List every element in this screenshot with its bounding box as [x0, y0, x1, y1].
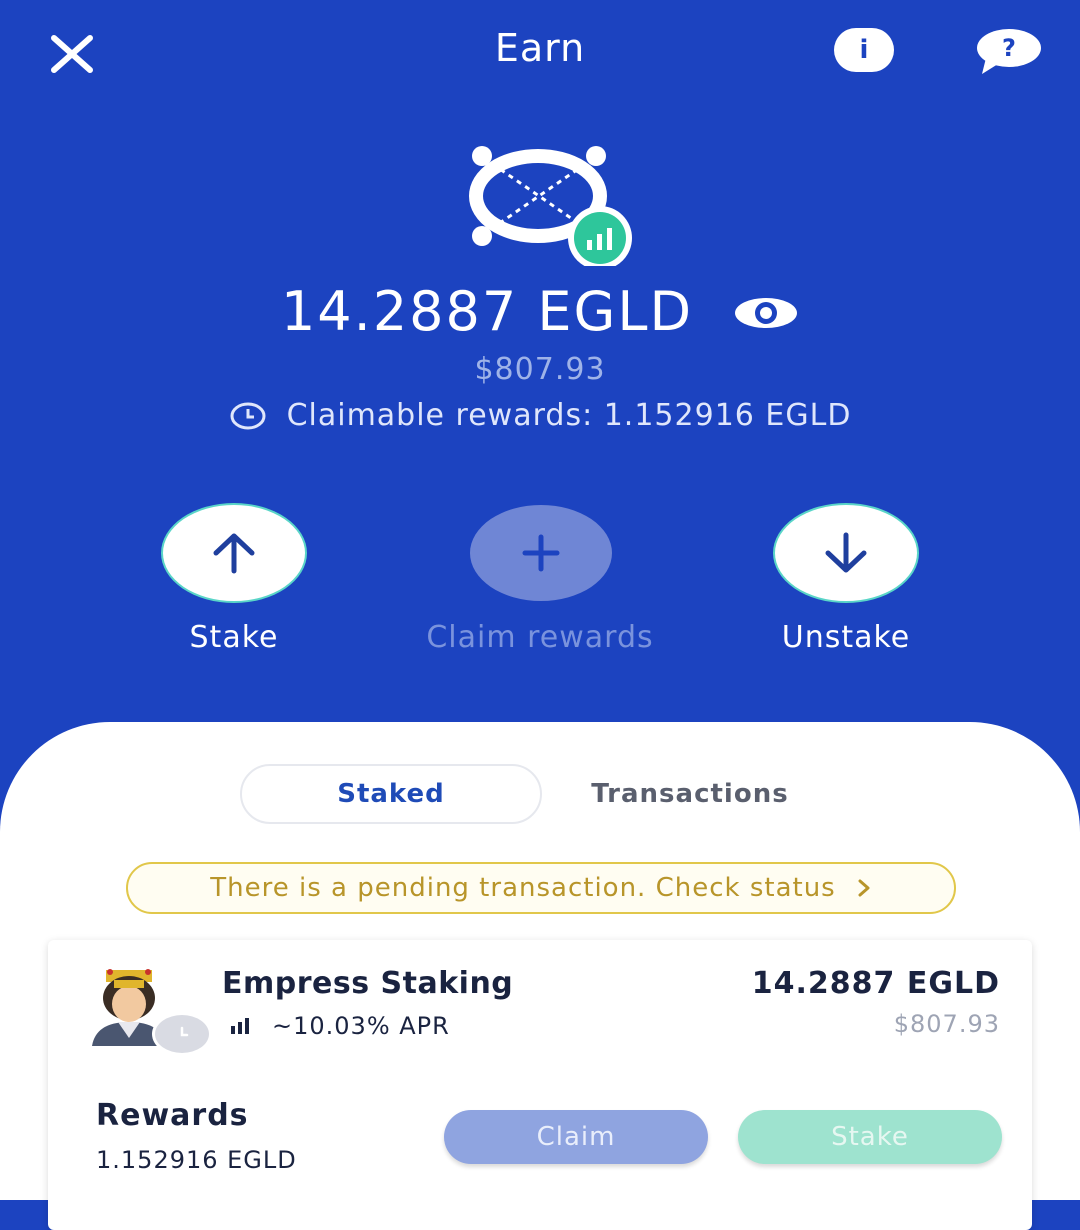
unstake-action-label: Unstake [781, 620, 911, 655]
stake-action-label: Stake [189, 620, 279, 655]
unstake-action-button[interactable] [775, 505, 917, 601]
clock-icon [230, 402, 266, 429]
provider-name: Empress Staking [222, 966, 514, 1001]
help-button[interactable]: ? [976, 28, 1042, 74]
toggle-visibility-button[interactable] [733, 280, 799, 343]
tab-transactions[interactable]: Transactions [560, 764, 820, 824]
stake-button[interactable]: Stake [738, 1110, 1002, 1164]
staked-amount: 14.2887 EGLD [751, 966, 1000, 1001]
apr-value: ~10.03% APR [272, 1012, 450, 1040]
pending-transaction-banner[interactable]: There is a pending transaction. Check st… [126, 862, 956, 914]
claim-button[interactable]: Claim [444, 1110, 708, 1164]
chevron-right-icon [858, 879, 870, 897]
claimable-rewards-text: Claimable rewards: 1.152916 EGLD [286, 398, 852, 433]
page-title: Earn [494, 26, 586, 70]
help-icon-label: ? [1002, 34, 1016, 62]
stake-action-button[interactable] [163, 505, 305, 601]
claimable-rewards-row: Claimable rewards: 1.152916 EGLD [0, 398, 1080, 438]
claim-rewards-action-button[interactable] [470, 505, 612, 601]
rewards-label: Rewards [96, 1098, 249, 1133]
pending-transaction-text: There is a pending transaction. Check st… [210, 873, 836, 903]
apr-row: ~10.03% APR [230, 1012, 450, 1040]
arrow-down-icon [825, 532, 867, 573]
pending-clock-badge [152, 1012, 212, 1056]
egld-token-logo [466, 146, 638, 270]
rewards-value: 1.152916 EGLD [96, 1146, 297, 1174]
clock-icon [180, 1026, 189, 1037]
info-button[interactable]: i [834, 28, 894, 72]
balance-row: 14.2887 EGLD [0, 280, 1080, 343]
staked-amount-usd: $807.93 [893, 1010, 1000, 1038]
token-balance: 14.2887 EGLD [280, 280, 694, 343]
egld-logo-icon [469, 146, 632, 270]
bar-chart-icon [231, 1018, 249, 1034]
balance-usd: $807.93 [474, 352, 606, 387]
plus-icon [522, 534, 560, 572]
eye-icon [735, 298, 798, 328]
tab-staked[interactable]: Staked [240, 764, 542, 824]
info-icon: i [859, 35, 869, 65]
arrow-up-icon [213, 533, 255, 574]
claim-rewards-action-label: Claim rewards [426, 620, 654, 655]
